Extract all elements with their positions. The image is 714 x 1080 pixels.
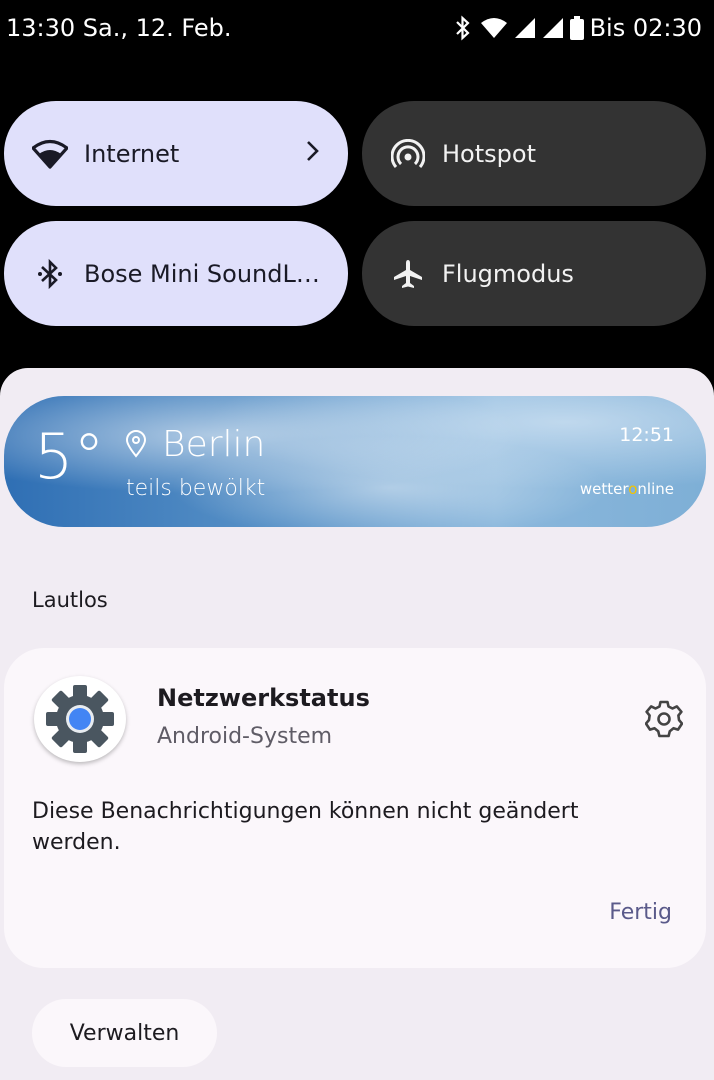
tile-label: Hotspot [442,139,536,168]
chevron-right-icon [306,139,320,169]
weather-temperature: 5° [34,420,105,493]
status-time-date: 13:30 Sa., 12. Feb. [6,14,232,42]
wifi-icon [480,18,507,38]
weather-widget[interactable]: 5° Berlin teils bewölkt 12:51 wetteronli… [4,396,706,527]
done-button[interactable]: Fertig [609,900,672,925]
signal-icon [542,18,563,38]
signal-icon [514,18,535,38]
wifi-icon [32,136,68,172]
notification-title: Netzwerkstatus [157,684,370,712]
tile-bluetooth[interactable]: Bose Mini SoundL… [4,221,348,326]
tile-label: Flugmodus [442,259,574,288]
hotspot-icon [390,136,426,172]
tile-label: Internet [84,139,180,168]
status-icons: Bis 02:30 [452,14,702,42]
tile-label: Bose Mini SoundL… [84,259,320,288]
bluetooth-icon [455,15,470,41]
gear-icon [46,685,114,753]
weather-description: teils bewölkt [126,476,266,501]
tile-hotspot[interactable]: Hotspot [362,101,706,206]
notification-body: Diese Benachrichtigungen können nicht ge… [32,799,579,855]
section-label-silent: Lautlos [32,588,108,612]
tile-internet[interactable]: Internet [4,101,348,206]
settings-gear-icon[interactable] [644,700,684,742]
notification-app-name: Android-System [157,724,333,749]
weather-city: Berlin [162,424,266,465]
airplane-icon [390,256,426,292]
android-system-icon [34,676,126,762]
manage-button[interactable]: Verwalten [32,999,217,1067]
status-bar: 13:30 Sa., 12. Feb. Bis 02:30 [0,0,714,60]
tile-airplane-mode[interactable]: Flugmodus [362,221,706,326]
bluetooth-icon [32,256,68,292]
battery-text: Bis 02:30 [589,14,702,42]
weather-brand-logo: wetteronline [579,480,674,498]
battery-icon [569,16,584,40]
location-pin-icon [124,430,148,462]
weather-time: 12:51 [619,424,674,446]
